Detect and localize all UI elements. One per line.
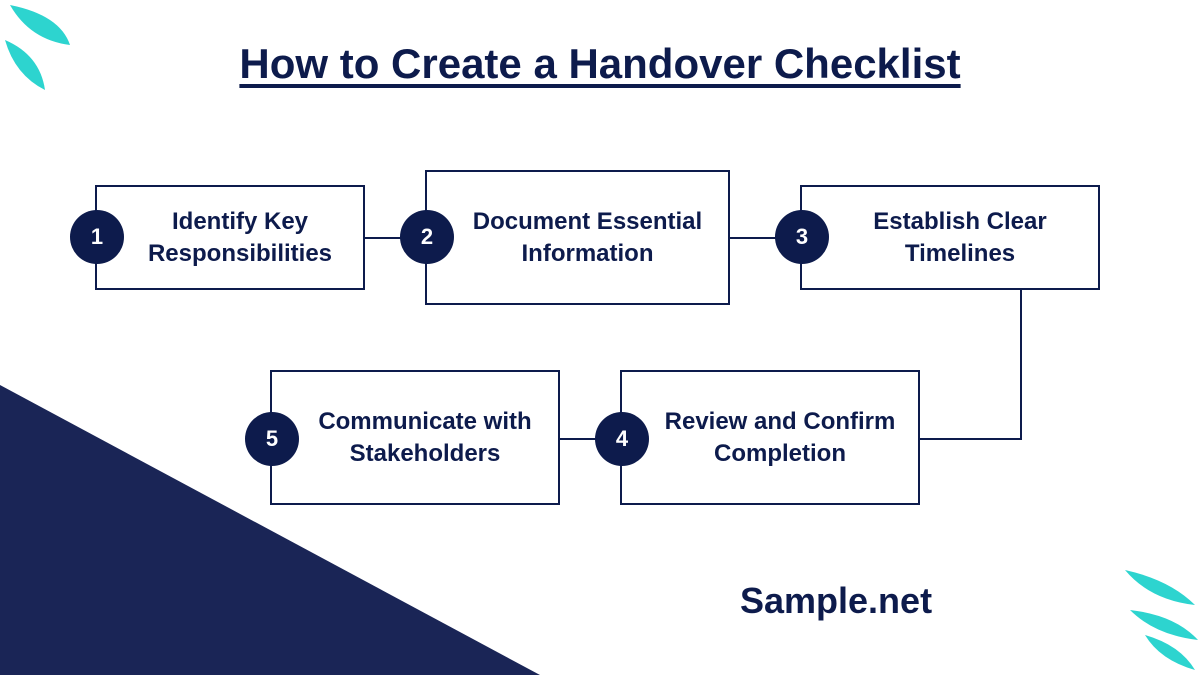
step-label-5: Communicate with Stakeholders bbox=[312, 406, 538, 468]
step-num-3: 3 bbox=[796, 224, 808, 250]
step-box-5: Communicate with Stakeholders bbox=[270, 370, 560, 505]
step-box-1: Identify Key Responsibilities bbox=[95, 185, 365, 290]
step-label-3: Establish Clear Timelines bbox=[842, 206, 1078, 268]
step-num-1: 1 bbox=[91, 224, 103, 250]
connector-down-4 bbox=[920, 438, 1022, 440]
page-title: How to Create a Handover Checklist bbox=[239, 40, 960, 88]
step-circle-5: 5 bbox=[245, 412, 299, 466]
step-box-4: Review and Confirm Completion bbox=[620, 370, 920, 505]
step-label-4: Review and Confirm Completion bbox=[662, 406, 898, 468]
step-box-3: Establish Clear Timelines bbox=[800, 185, 1100, 290]
step-circle-3: 3 bbox=[775, 210, 829, 264]
decorative-leaves-bottom-right bbox=[1070, 545, 1200, 675]
connector-3-down bbox=[1020, 290, 1022, 440]
step-num-5: 5 bbox=[266, 426, 278, 452]
decorative-leaves-top-left bbox=[0, 0, 110, 110]
step-num-4: 4 bbox=[616, 426, 628, 452]
step-label-2: Document Essential Information bbox=[467, 206, 708, 268]
step-circle-2: 2 bbox=[400, 210, 454, 264]
step-box-2: Document Essential Information bbox=[425, 170, 730, 305]
step-label-1: Identify Key Responsibilities bbox=[137, 206, 343, 268]
step-circle-1: 1 bbox=[70, 210, 124, 264]
branding-text: Sample.net bbox=[740, 580, 932, 622]
step-num-2: 2 bbox=[421, 224, 433, 250]
step-circle-4: 4 bbox=[595, 412, 649, 466]
